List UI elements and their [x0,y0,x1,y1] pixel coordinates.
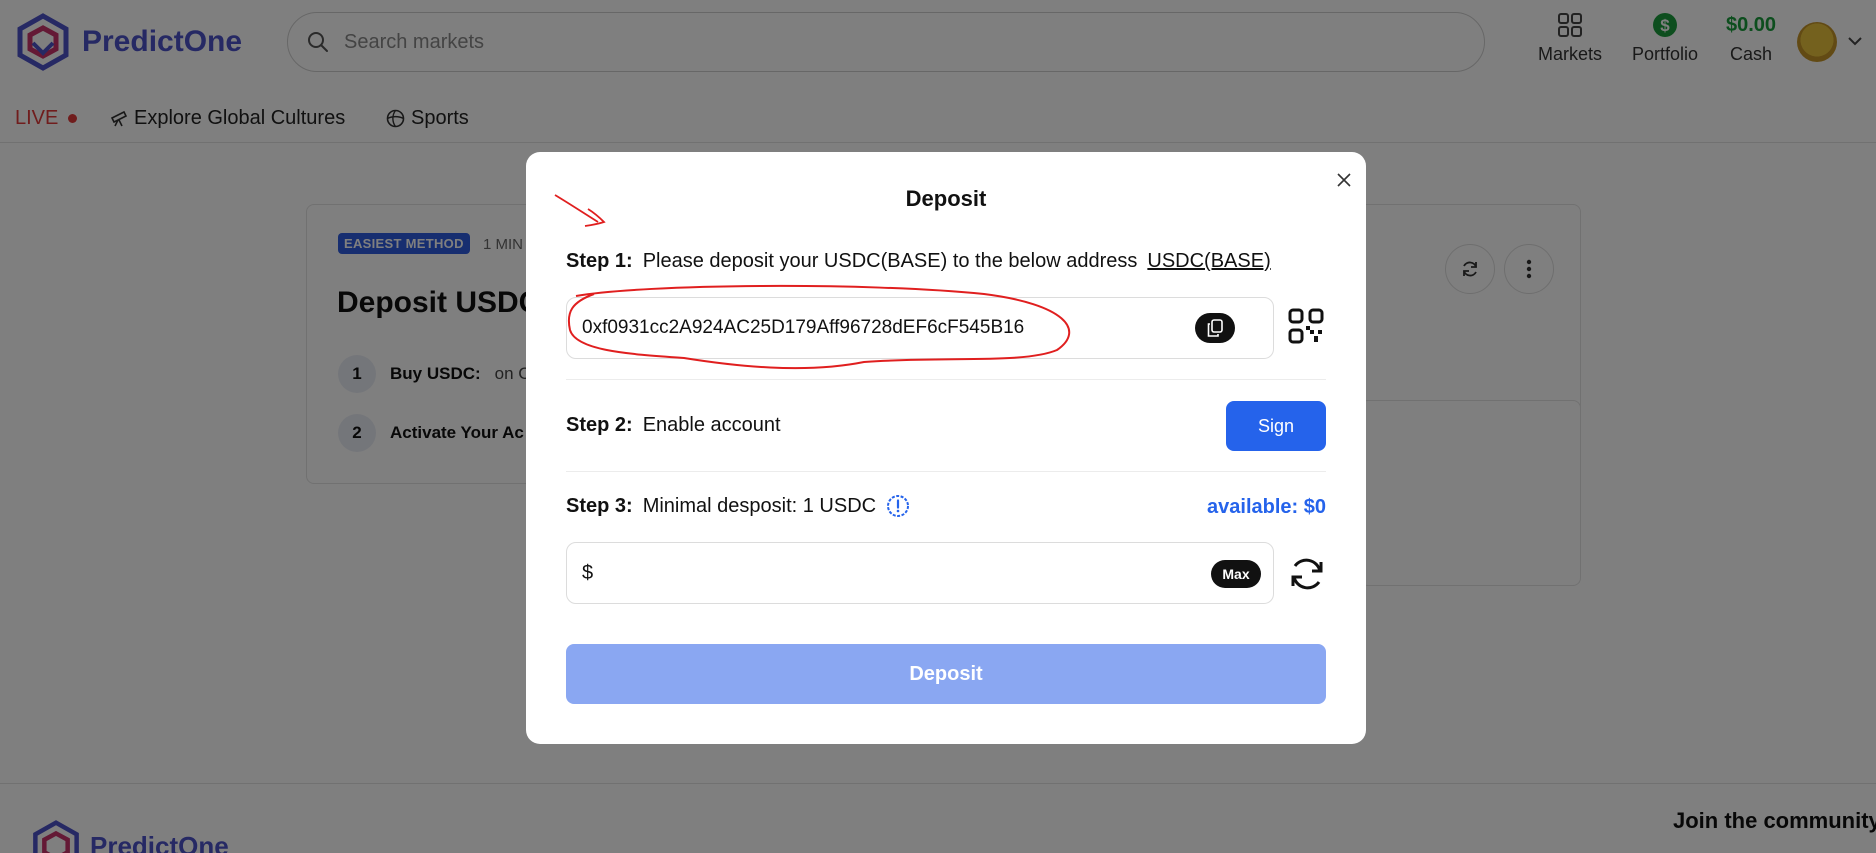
max-button[interactable]: Max [1211,560,1261,588]
step-2-label: Step 2: [566,414,633,436]
modal-title: Deposit [905,186,987,211]
copy-address-button[interactable] [1195,313,1235,343]
step-2-text: Enable account [642,414,781,436]
close-icon [1337,173,1351,187]
currency-symbol: $ [582,561,594,584]
amount-field[interactable]: $ [566,542,1274,604]
info-icon[interactable] [886,494,910,518]
divider [566,379,1326,380]
sign-button[interactable]: Sign [1226,401,1326,451]
copy-icon [1207,319,1223,337]
deposit-button[interactable]: Deposit [566,644,1326,704]
close-button[interactable] [1332,168,1356,192]
divider [566,471,1326,472]
step-1-label: Step 1: [566,250,633,272]
deposit-modal: Deposit Step 1: Please deposit your USDC… [526,152,1366,744]
step-1-row: Step 1: Please deposit your USDC(BASE) t… [566,250,1271,273]
qr-code-icon[interactable] [1288,308,1324,344]
annotation-circle [567,284,1071,370]
usdc-base-link[interactable]: USDC(BASE) [1147,250,1270,273]
annotation-arrow-icon [554,194,606,227]
amount-input[interactable] [601,561,1162,585]
step-3-label: Step 3: [566,494,633,517]
available-balance: available: $0 [1207,496,1326,518]
refresh-balance-icon[interactable] [1287,554,1327,594]
step-1-text: Please deposit your USDC(BASE) to the be… [642,250,1138,272]
step-2-row: Step 2: Enable account [566,414,781,437]
step-3-text: Minimal desposit: 1 USDC [642,494,877,517]
step-3-row: Step 3: Minimal desposit: 1 USDC [566,494,910,518]
